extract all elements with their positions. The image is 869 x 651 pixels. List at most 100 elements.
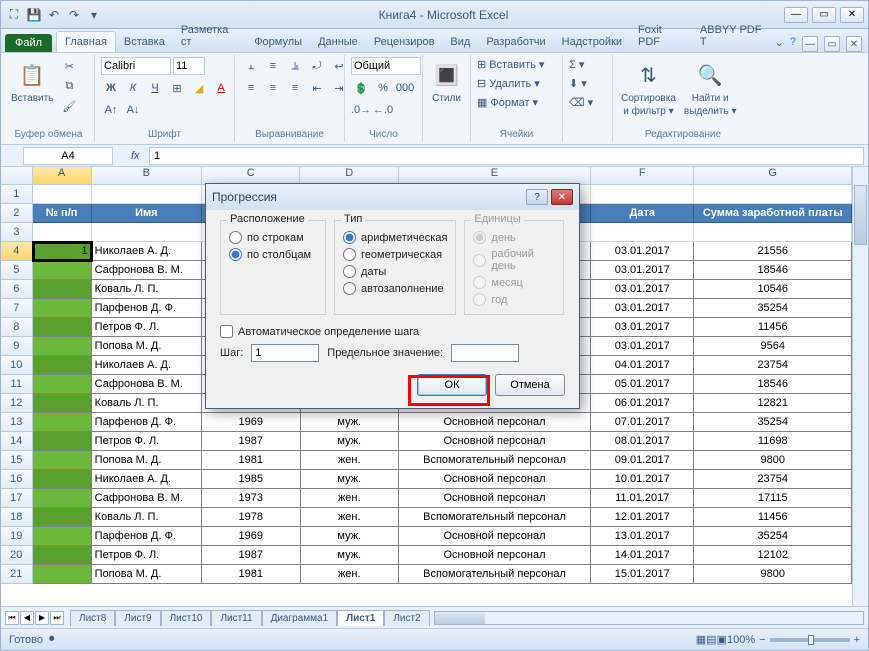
percent-icon[interactable]: % [373, 79, 393, 97]
cell[interactable] [33, 527, 92, 546]
cell[interactable]: жен. [301, 489, 400, 508]
cell[interactable]: Сафронова В. М. [92, 261, 202, 280]
tab-addins[interactable]: Надстройки [554, 32, 630, 52]
tab-data[interactable]: Данные [310, 32, 366, 52]
bold-button[interactable]: Ж [101, 79, 121, 97]
row-header[interactable]: 3 [1, 223, 33, 242]
sheet-tab[interactable]: Диаграмма1 [262, 610, 338, 626]
cell[interactable]: 1 [33, 242, 92, 261]
cell[interactable]: 09.01.2017 [591, 451, 694, 470]
view-break-icon[interactable]: ▣ [717, 633, 727, 646]
cell[interactable]: 12102 [694, 546, 852, 565]
cell[interactable]: 05.01.2017 [591, 375, 694, 394]
cell[interactable] [33, 318, 92, 337]
sheet-nav-last-icon[interactable]: ⏭ [50, 611, 64, 625]
underline-button[interactable]: Ч [145, 79, 165, 97]
cell[interactable]: 03.01.2017 [591, 337, 694, 356]
cell[interactable]: Вспомогательный персонал [399, 451, 591, 470]
cell[interactable]: 23754 [694, 470, 852, 489]
col-header-C[interactable]: C [202, 167, 301, 184]
name-box[interactable] [23, 147, 113, 165]
horizontal-scrollbar[interactable] [434, 611, 864, 625]
table-header[interactable]: № п/п [33, 204, 92, 223]
cell[interactable]: 11456 [694, 318, 852, 337]
row-header[interactable]: 13 [1, 413, 33, 432]
cell[interactable]: 1981 [202, 451, 301, 470]
row-header[interactable]: 12 [1, 394, 33, 413]
cell[interactable]: Основной персонал [399, 413, 591, 432]
align-center-icon[interactable]: ≡ [263, 79, 283, 97]
cell[interactable]: 12821 [694, 394, 852, 413]
cell[interactable]: Коваль Л. П. [92, 280, 202, 299]
cell[interactable]: 12.01.2017 [591, 508, 694, 527]
cell[interactable]: 07.01.2017 [591, 413, 694, 432]
cell[interactable]: Основной персонал [399, 489, 591, 508]
cell[interactable]: 18546 [694, 375, 852, 394]
col-header-B[interactable]: B [92, 167, 202, 184]
view-layout-icon[interactable]: ▤ [706, 633, 716, 646]
col-header-F[interactable]: F [591, 167, 694, 184]
cell[interactable] [33, 299, 92, 318]
radio-by-rows[interactable]: по строкам [229, 229, 317, 246]
sheet-tab[interactable]: Лист1 [337, 610, 384, 626]
cell[interactable]: Парфенов Д. Ф. [92, 299, 202, 318]
inc-decimal-icon[interactable]: .0→ [351, 101, 371, 119]
cell[interactable] [33, 565, 92, 584]
orientation-icon[interactable]: ⤾ [307, 57, 327, 75]
cell[interactable]: Парфенов Д. Ф. [92, 527, 202, 546]
col-header-D[interactable]: D [300, 167, 399, 184]
cell[interactable]: 1969 [202, 527, 301, 546]
align-mid-icon[interactable]: ≡ [263, 57, 283, 75]
sheet-tab[interactable]: Лист9 [115, 610, 160, 626]
cell[interactable] [33, 451, 92, 470]
autodetect-check[interactable]: Автоматическое определение шага [220, 325, 565, 338]
radio-dates[interactable]: даты [343, 263, 447, 280]
cancel-button[interactable]: Отмена [495, 374, 565, 396]
delete-cells-button[interactable]: ⊟Удалить ▾ [477, 76, 540, 91]
format-cells-button[interactable]: ▦Формат ▾ [477, 95, 538, 110]
tab-abbyy[interactable]: ABBYY PDF T [692, 20, 775, 52]
select-all-corner[interactable] [1, 167, 33, 184]
sort-filter-button[interactable]: ⇅ Сортировка и фильтр ▾ [619, 57, 678, 119]
table-header[interactable]: Сумма заработной платы [694, 204, 852, 223]
step-input[interactable] [251, 344, 319, 362]
styles-button[interactable]: 🔳 Стили [429, 57, 464, 106]
table-header[interactable]: Дата [591, 204, 694, 223]
row-header[interactable]: 15 [1, 451, 33, 470]
cell[interactable]: муж. [301, 527, 400, 546]
formula-bar[interactable] [149, 147, 864, 165]
cell[interactable]: 9564 [694, 337, 852, 356]
cell[interactable]: 04.01.2017 [591, 356, 694, 375]
cell[interactable] [33, 470, 92, 489]
cell[interactable]: 10.01.2017 [591, 470, 694, 489]
radio-autofill[interactable]: автозаполнение [343, 280, 447, 297]
cell[interactable]: Сафронова В. М. [92, 489, 202, 508]
autosum-button[interactable]: Σ ▾ [569, 57, 584, 72]
cell[interactable]: 35254 [694, 413, 852, 432]
sheet-tab[interactable]: Лист2 [384, 610, 429, 626]
cell[interactable]: 11456 [694, 508, 852, 527]
dec-decimal-icon[interactable]: ←.0 [373, 101, 393, 119]
align-bot-icon[interactable]: ⫡ [285, 57, 305, 75]
font-name-select[interactable] [101, 57, 171, 75]
cell[interactable]: 35254 [694, 299, 852, 318]
find-select-button[interactable]: 🔍 Найти и выделить ▾ [682, 57, 739, 119]
dec-indent-icon[interactable]: ⇤ [307, 79, 327, 97]
tab-developer[interactable]: Разработчи [478, 32, 553, 52]
cell[interactable]: Парфенов Д. Ф. [92, 413, 202, 432]
tab-pagelayout[interactable]: Разметка ст [173, 20, 246, 52]
tab-foxit[interactable]: Foxit PDF [630, 20, 692, 52]
cell[interactable]: 11698 [694, 432, 852, 451]
cell[interactable] [591, 185, 694, 204]
copy-icon[interactable]: ⧉ [59, 77, 79, 95]
cell[interactable]: 9800 [694, 451, 852, 470]
minimize-button[interactable]: — [784, 7, 808, 23]
cell[interactable]: 1981 [202, 565, 301, 584]
cell[interactable]: 18546 [694, 261, 852, 280]
cell[interactable]: 11.01.2017 [591, 489, 694, 508]
insert-cells-button[interactable]: ⊞Вставить ▾ [477, 57, 544, 72]
font-size-select[interactable] [173, 57, 205, 75]
cell[interactable]: Основной персонал [399, 527, 591, 546]
tab-formulas[interactable]: Формулы [246, 32, 310, 52]
cell[interactable]: Вспомогательный персонал [399, 565, 591, 584]
